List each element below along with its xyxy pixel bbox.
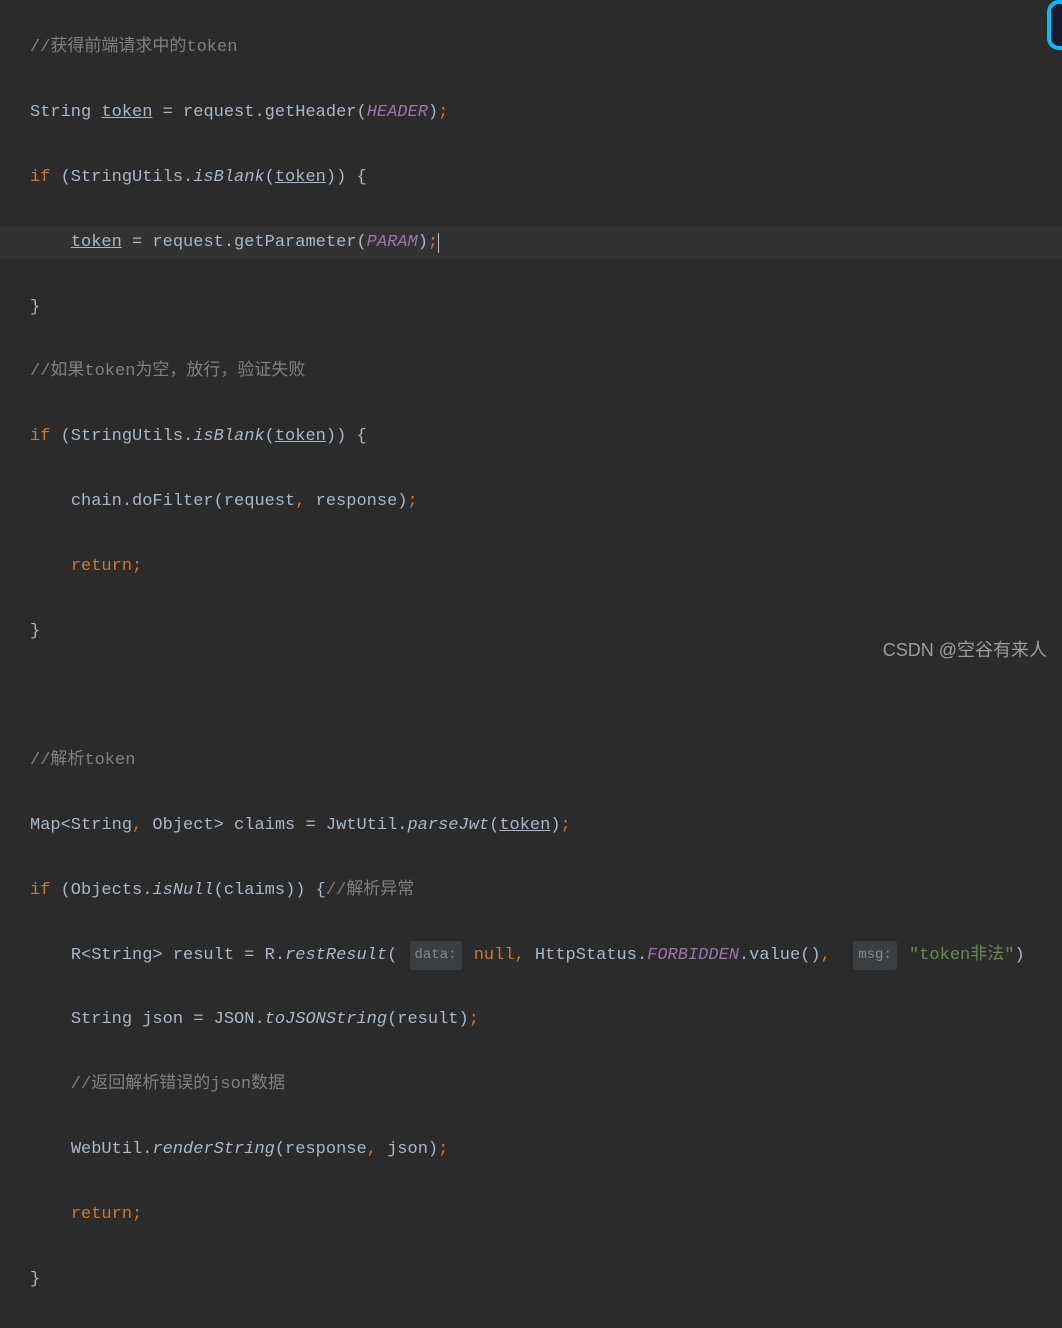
code-line: if (Objects.isNull(claims)) {//解析异常	[30, 875, 1062, 908]
code-line: //解析token	[30, 745, 1062, 778]
code-line: R<String> result = R.restResult( data: n…	[30, 939, 1062, 972]
code-line: if (StringUtils.isBlank(token)) {	[30, 162, 1062, 195]
code-line: if (StringUtils.isBlank(token)) {	[30, 421, 1062, 454]
code-line: return;	[30, 1199, 1062, 1232]
code-line: String token = request.getHeader(HEADER)…	[30, 97, 1062, 130]
code-line: }	[30, 1263, 1062, 1296]
code-line-empty	[30, 680, 1062, 713]
cursor	[438, 233, 439, 253]
comment: //获得前端请求中的token	[30, 32, 237, 64]
code-line: //如果token为空，放行，验证失败	[30, 356, 1062, 389]
constant: HEADER	[367, 97, 428, 129]
code-line: }	[30, 291, 1062, 324]
code-line: String json = JSON.toJSONString(result);	[30, 1004, 1062, 1037]
code-line: return;	[30, 551, 1062, 584]
code-line-active: token = request.getParameter(PARAM);	[0, 227, 1062, 260]
param-hint: msg:	[853, 941, 897, 970]
code-line: chain.doFilter(request, response);	[30, 486, 1062, 519]
code-line: WebUtil.renderString(response, json);	[30, 1134, 1062, 1167]
param-hint: data:	[410, 941, 462, 970]
watermark: CSDN @空谷有来人	[883, 633, 1047, 667]
code-line: Map<String, Object> claims = JwtUtil.par…	[30, 810, 1062, 843]
logo-icon	[1032, 0, 1062, 50]
variable: token	[101, 97, 152, 129]
code-line: //获得前端请求中的token	[30, 32, 1062, 65]
code-line: //返回解析错误的json数据	[30, 1069, 1062, 1102]
